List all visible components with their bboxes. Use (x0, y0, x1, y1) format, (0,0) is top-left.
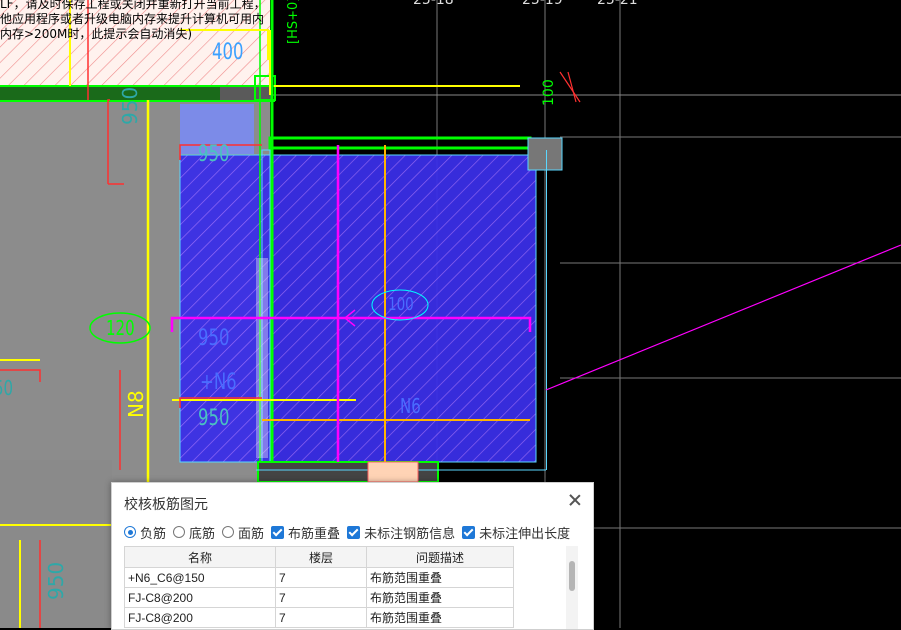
dim-950-d: 950 (44, 561, 68, 600)
dim-400: 400 (212, 40, 244, 65)
dim-50: 50 (0, 376, 14, 400)
radio-bottom-rebar[interactable]: 底筋 (173, 523, 215, 542)
checkbox-label: 未标注钢筋信息 (364, 525, 456, 541)
axis-label-25-21: 25-21 (597, 0, 638, 8)
cell-description: 布筋范围重叠 (366, 587, 514, 608)
checkbox-checked-icon (347, 525, 361, 539)
radio-unselected-icon (173, 526, 186, 538)
cell-floor: 7 (275, 567, 367, 588)
checkbox-missing-info[interactable]: 未标注钢筋信息 (347, 523, 455, 542)
dim-120: 120 (106, 316, 135, 340)
close-icon[interactable] (567, 492, 583, 508)
column-header-description[interactable]: 问题描述 (366, 546, 514, 568)
radio-negative-rebar[interactable]: 负筋 (124, 523, 166, 542)
radio-label: 负筋 (140, 525, 167, 541)
cell-description: 布筋范围重叠 (366, 607, 514, 628)
vertical-scrollbar[interactable] (566, 546, 578, 629)
checkbox-missing-length[interactable]: 未标注伸出长度 (462, 523, 570, 542)
slab-lower-block (0, 460, 112, 628)
dim-n6b: N6 (400, 394, 421, 418)
cell-name: FJ-C8@200 (124, 607, 276, 628)
axis-label-25-19: 25-19 (522, 0, 563, 8)
dim-950-a: 950 (198, 142, 230, 167)
checkbox-checked-icon (462, 525, 476, 539)
dim-100: 100 (541, 79, 557, 106)
table-row[interactable]: FJ-C8@200 7 布筋范围重叠 (124, 607, 514, 628)
axis-label-25-18: 25-18 (413, 0, 454, 8)
checkbox-checked-icon (271, 525, 285, 539)
radio-top-rebar[interactable]: 面筋 (222, 523, 264, 542)
dim-950-c: 950 (198, 406, 230, 431)
dim-950-b: 950 (198, 326, 230, 351)
dim-n8: N8 (124, 390, 148, 418)
options-row: 负筋 底筋 面筋 布筋重叠 未标注钢筋信息 未标注伸出长度 (124, 523, 577, 541)
checkbox-label: 未标注伸出长度 (479, 525, 571, 541)
dim-hs: [HS+0] (286, 0, 301, 44)
dim-100b: 100 (388, 294, 414, 315)
column-header-name[interactable]: 名称 (124, 546, 276, 568)
radio-selected-icon (124, 526, 136, 538)
cell-name: +N6_C6@150 (124, 567, 276, 588)
slab-strip-green (0, 86, 220, 100)
table-row[interactable]: FJ-C8@200 7 布筋范围重叠 (124, 587, 514, 608)
selected-slab-rebar (180, 155, 536, 462)
dim-950-vertical: 950 (118, 86, 142, 125)
radio-label: 底筋 (189, 525, 216, 541)
table-row[interactable]: +N6_C6@150 7 布筋范围重叠 (124, 567, 514, 588)
checkbox-overlap[interactable]: 布筋重叠 (271, 523, 340, 542)
cell-description: 布筋范围重叠 (366, 567, 514, 588)
radio-unselected-icon (222, 526, 235, 538)
check-slab-rebar-dialog: 校核板筋图元 负筋 底筋 面筋 布筋重叠 未标注钢筋信息 未标注伸出长度 名称 … (111, 482, 594, 630)
table-header-row: 名称 楼层 问题描述 (124, 546, 514, 568)
checkbox-label: 布筋重叠 (288, 525, 341, 541)
dialog-title: 校核板筋图元 (124, 496, 208, 512)
cell-name: FJ-C8@200 (124, 587, 276, 608)
column-header-floor[interactable]: 楼层 (275, 546, 367, 568)
cell-floor: 7 (275, 607, 367, 628)
issues-table: 名称 楼层 问题描述 +N6_C6@150 7 布筋范围重叠 FJ-C8@200… (124, 546, 514, 628)
warning-line-3: 内存>200M时，此提示会自动消失) (0, 27, 192, 41)
radio-label: 面筋 (238, 525, 265, 541)
cell-floor: 7 (275, 587, 367, 608)
scrollbar-thumb[interactable] (569, 561, 575, 591)
dim-n6: +N6 (200, 370, 237, 395)
